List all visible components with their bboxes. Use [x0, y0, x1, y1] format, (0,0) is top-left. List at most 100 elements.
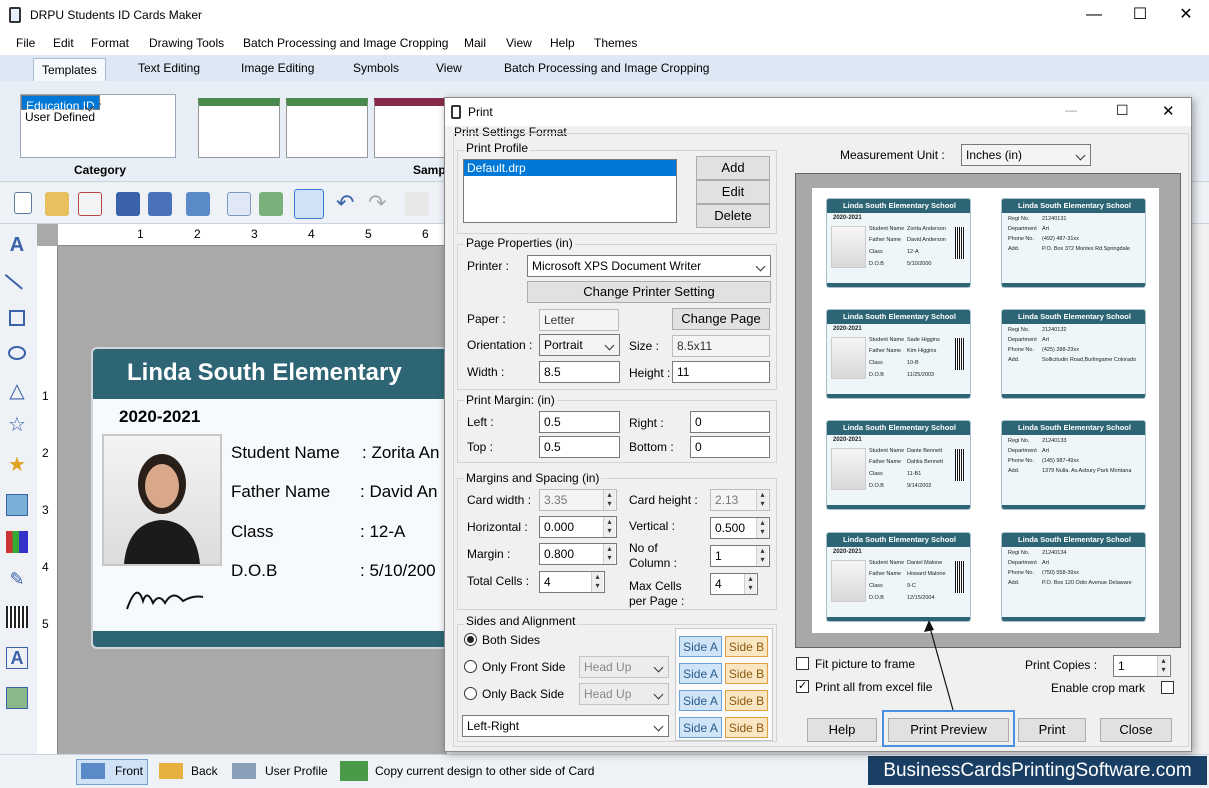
copy-design-button[interactable]: Copy current design to other side of Car… [375, 764, 594, 778]
enable-crop-mark-checkbox[interactable] [1161, 681, 1174, 694]
tab-templates[interactable]: Templates [33, 58, 106, 81]
top-margin-field[interactable]: 0.5 [539, 436, 620, 458]
sample-thumb-2[interactable] [286, 98, 368, 158]
card-height-field[interactable]: 2.13 [710, 489, 770, 511]
bottom-margin-field[interactable]: 0 [690, 436, 770, 458]
print-icon[interactable] [294, 189, 324, 219]
sample-thumb-1[interactable] [198, 98, 280, 158]
menu-format[interactable]: Format [91, 36, 129, 50]
margin-field[interactable]: 0.800 [539, 543, 617, 565]
columns-field[interactable]: 1 [710, 545, 770, 567]
menu-help[interactable]: Help [550, 36, 575, 50]
user-profile-button[interactable]: User Profile [265, 764, 328, 778]
back-button[interactable]: Back [191, 764, 218, 778]
horizontal-field[interactable]: 0.000 [539, 516, 617, 538]
side-a-cell-3: Side A [679, 690, 722, 711]
only-front-radio[interactable] [464, 660, 477, 673]
save-icon[interactable] [116, 192, 140, 216]
menu-edit[interactable]: Edit [53, 36, 74, 50]
only-back-radio[interactable] [464, 687, 477, 700]
menu-drawing-tools[interactable]: Drawing Tools [149, 36, 224, 50]
dialog-close-button[interactable]: ✕ [1162, 102, 1175, 120]
side-b-cell-1: Side B [725, 636, 768, 657]
ellipse-tool-icon[interactable] [8, 346, 26, 360]
close-file-icon[interactable] [78, 192, 102, 216]
save-as-icon[interactable] [148, 192, 172, 216]
back-head-up-select[interactable]: Head Up [579, 683, 669, 705]
vertical-field[interactable]: 0.500 [710, 517, 770, 539]
cut-icon[interactable] [405, 192, 429, 216]
profile-item-default[interactable]: Default.drp [464, 160, 676, 176]
height-field[interactable]: 11 [672, 361, 770, 383]
right-margin-field[interactable]: 0 [690, 411, 770, 433]
profile-list[interactable]: Default.drp [463, 159, 677, 223]
max-cells-field[interactable]: 4 [710, 573, 758, 595]
preview-back-card: Linda South Elementary School Regi No. 212… [1001, 309, 1146, 399]
add-profile-button[interactable]: Add [696, 156, 770, 180]
change-printer-setting-button[interactable]: Change Printer Setting [527, 281, 771, 303]
total-cells-field[interactable]: 4 [539, 571, 605, 593]
size-field[interactable]: 8.5x11 [672, 335, 770, 357]
dialog-minimize-button[interactable]: — [1065, 103, 1077, 117]
redo-icon[interactable]: ↷ [368, 190, 386, 216]
library-tool-icon[interactable] [6, 531, 28, 553]
alignment-select[interactable]: Left-Right [462, 715, 669, 737]
front-head-up-select[interactable]: Head Up [579, 656, 669, 678]
dialog-maximize-button[interactable]: ☐ [1116, 102, 1129, 119]
delete-profile-button[interactable]: Delete [696, 204, 770, 228]
properties-icon[interactable] [227, 192, 251, 216]
rectangle-tool-icon[interactable] [9, 310, 25, 326]
edit-profile-button[interactable]: Edit [696, 180, 770, 204]
maximize-button[interactable]: ☐ [1117, 0, 1163, 31]
minimize-button[interactable]: — [1071, 0, 1117, 31]
paper-field[interactable]: Letter [539, 309, 619, 331]
app-icon [9, 7, 21, 23]
print-all-excel-checkbox[interactable]: ✓ [796, 680, 809, 693]
tab-text-editing[interactable]: Text Editing [138, 61, 200, 75]
printer-select[interactable]: Microsoft XPS Document Writer [527, 255, 771, 277]
text-tool-icon[interactable]: A [6, 234, 28, 256]
export-icon[interactable] [186, 192, 210, 216]
category-list[interactable]: Education ID Miscellaneous User Defined [20, 94, 176, 158]
barcode-tool-icon[interactable] [6, 606, 28, 628]
id-card-design[interactable]: Linda South Elementary 2020-2021 Student… [91, 347, 451, 649]
star-tool-icon[interactable]: ☆ [6, 412, 28, 436]
close-button[interactable]: Close [1100, 718, 1172, 742]
sample-thumb-3[interactable] [374, 98, 446, 158]
new-icon[interactable] [14, 192, 32, 214]
both-sides-radio[interactable] [464, 633, 477, 646]
tab-image-editing[interactable]: Image Editing [241, 61, 314, 75]
card-width-field[interactable]: 3.35 [539, 489, 617, 511]
image-icon[interactable] [259, 192, 283, 216]
orientation-select[interactable]: Portrait [539, 334, 620, 356]
triangle-tool-icon[interactable]: △ [6, 378, 28, 402]
both-sides-label: Both Sides [482, 633, 541, 647]
change-page-button[interactable]: Change Page [672, 308, 770, 330]
menu-view[interactable]: View [506, 36, 532, 50]
close-window-button[interactable]: ✕ [1163, 0, 1209, 31]
menu-themes[interactable]: Themes [594, 36, 637, 50]
category-education-id[interactable]: Education ID [21, 95, 100, 113]
tab-batch-processing[interactable]: Batch Processing and Image Cropping [504, 61, 709, 75]
open-icon[interactable] [45, 192, 69, 216]
preview-label-dob: D.O.B [869, 595, 884, 601]
help-button[interactable]: Help [807, 718, 877, 742]
undo-icon[interactable]: ↶ [336, 190, 354, 216]
width-field[interactable]: 8.5 [539, 361, 620, 383]
menu-mail[interactable]: Mail [464, 36, 486, 50]
tab-view[interactable]: View [436, 61, 462, 75]
watermark-tool-icon[interactable]: A [6, 647, 28, 669]
print-copies-field[interactable]: 1 [1113, 655, 1171, 677]
signature-tool-icon[interactable]: ✎ [6, 569, 28, 591]
menu-batch-processing[interactable]: Batch Processing and Image Cropping [243, 36, 448, 50]
measurement-unit-select[interactable]: Inches (in) [961, 144, 1091, 166]
fit-picture-checkbox[interactable] [796, 657, 809, 670]
print-preview-button[interactable]: Print Preview [888, 718, 1009, 742]
picture-tool-icon[interactable] [6, 494, 28, 516]
image-frame-tool-icon[interactable] [6, 687, 28, 709]
print-button[interactable]: Print [1018, 718, 1086, 742]
tab-symbols[interactable]: Symbols [353, 61, 399, 75]
symbol-tool-icon[interactable]: ★ [6, 452, 28, 476]
menu-file[interactable]: File [16, 36, 35, 50]
left-margin-field[interactable]: 0.5 [539, 411, 620, 433]
